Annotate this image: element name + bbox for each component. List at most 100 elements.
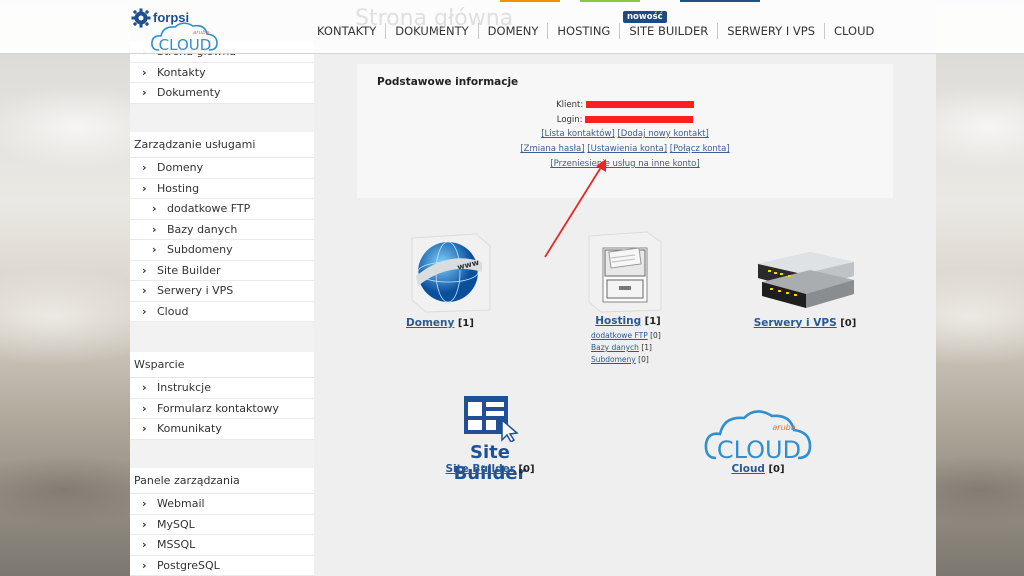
client-label: Klient:: [556, 100, 584, 110]
tile-site-builder-link[interactable]: Site Builder: [445, 463, 514, 475]
sidebar-item-domeny[interactable]: › Domeny: [130, 158, 314, 179]
page-title: Strona główna: [355, 6, 514, 31]
logo-product-text: CLOUD: [159, 36, 212, 54]
tile-count: [0]: [840, 318, 857, 329]
chevron-right-icon: ›: [142, 497, 147, 510]
sidebar-item-ftp[interactable]: › dodatkowe FTP: [130, 199, 314, 220]
nav-hosting[interactable]: HOSTING: [547, 23, 619, 39]
login-row: Login:: [357, 115, 893, 125]
globe-www-icon: www: [411, 233, 491, 313]
add-contact-link[interactable]: [Dodaj nowy kontakt]: [617, 129, 708, 139]
nav-cloud[interactable]: CLOUD: [824, 23, 883, 39]
forpsi-cloud-logo[interactable]: forpsi CLOUD aruba: [131, 6, 221, 54]
sidebar-item-site-builder[interactable]: › Site Builder: [130, 260, 314, 281]
background-left: [0, 0, 130, 576]
sidebar-item-label: Subdomeny: [167, 243, 233, 256]
tile-serwery-link[interactable]: Serwery i VPS: [754, 317, 837, 329]
file-cabinet-icon: [588, 231, 662, 313]
links-row-1: [Lista kontaktów] [Dodaj nowy kontakt]: [357, 129, 893, 139]
chevron-right-icon: ›: [142, 422, 147, 435]
sidebar-item-hosting[interactable]: › Hosting: [130, 178, 314, 199]
chevron-right-icon: ›: [142, 304, 147, 318]
tile-count: [1]: [644, 316, 661, 327]
chevron-right-icon: ›: [152, 243, 157, 256]
tile-domeny-link[interactable]: Domeny: [406, 317, 454, 329]
sidebar-heading: Panele zarządzania: [130, 468, 314, 494]
sidebar-item-label: MySQL: [157, 517, 195, 531]
sub-count: [1]: [641, 343, 652, 352]
chevron-right-icon: ›: [152, 222, 157, 236]
new-badge: nowość: [623, 11, 667, 23]
tile-count: [1]: [457, 318, 474, 329]
sidebar-item-contact-form[interactable]: › Formularz kontaktowy: [130, 398, 314, 419]
sidebar-item-label: Kontakty: [157, 65, 206, 79]
sidebar-item-documents[interactable]: › Dokumenty: [130, 83, 314, 104]
info-title: Podstawowe informacje: [377, 76, 519, 88]
basic-info-panel: Podstawowe informacje Klient: Login: [Li…: [357, 64, 893, 198]
sidebar-item-instructions[interactable]: › Instrukcje: [130, 378, 314, 399]
tile-cloud-link[interactable]: Cloud: [731, 463, 765, 475]
hosting-subdomains-link[interactable]: Subdomeny: [591, 355, 636, 364]
hosting-db-link[interactable]: Bazy danych: [591, 343, 639, 352]
chevron-right-icon: ›: [142, 181, 147, 195]
hosting-ftp-link[interactable]: dodatkowe FTP: [591, 331, 648, 340]
tile-count: [0]: [768, 464, 785, 475]
links-row-2: [Zmiana hasła] [Ustawienia konta] [Połąc…: [357, 144, 893, 154]
site-builder-icon: [464, 396, 519, 442]
link-accounts-link[interactable]: [Połącz konta]: [670, 144, 730, 154]
tile-caption: Domeny [1]: [400, 316, 480, 329]
server-rack-icon: [758, 252, 854, 308]
sidebar-item-announcements[interactable]: › Komunikaty: [130, 419, 314, 440]
cloud-logo-text: CLOUD: [717, 436, 801, 462]
sidebar-item-label: Domeny: [157, 161, 204, 174]
tile-caption: Serwery i VPS [0]: [750, 316, 860, 329]
cloud-logo-icon: CLOUD aruba: [151, 22, 218, 54]
chevron-right-icon: ›: [142, 86, 147, 99]
contact-list-link[interactable]: [Lista kontaktów]: [541, 129, 615, 139]
sidebar-item-postgresql[interactable]: › PostgreSQL: [130, 555, 314, 576]
sidebar-item-label: Bazy danych: [167, 222, 238, 236]
tile-domeny[interactable]: www Domeny [1]: [400, 228, 504, 338]
top-stripes: [500, 0, 800, 2]
chevron-right-icon: ›: [142, 263, 147, 277]
sidebar-item-label: MSSQL: [157, 538, 196, 551]
sidebar-item-label: Cloud: [157, 304, 189, 318]
sidebar-item-label: Formularz kontaktowy: [157, 401, 279, 415]
sidebar-item-label: Instrukcje: [157, 381, 211, 394]
sidebar-item-cloud[interactable]: › Cloud: [130, 301, 314, 322]
tile-hosting-link[interactable]: Hosting: [595, 315, 641, 327]
tile-cloud[interactable]: CLOUD aruba Cloud [0]: [700, 406, 816, 478]
sidebar-item-label: Serwery i VPS: [157, 284, 234, 297]
sidebar-item-label: Hosting: [157, 181, 200, 195]
sidebar-item-mssql[interactable]: › MSSQL: [130, 535, 314, 556]
sidebar-item-subdomains[interactable]: › Subdomeny: [130, 240, 314, 261]
chevron-right-icon: ›: [142, 284, 147, 297]
sidebar-item-label: Komunikaty: [157, 422, 222, 435]
background-right: [936, 0, 1024, 576]
nav-site-builder[interactable]: SITE BUILDER: [619, 23, 717, 39]
redaction-mark: [585, 116, 694, 123]
sidebar-item-mysql[interactable]: › MySQL: [130, 514, 314, 535]
logo-sub-text: aruba: [193, 30, 210, 36]
sidebar-support-section: Wsparcie › Instrukcje › Formularz kontakto…: [130, 352, 314, 440]
tile-hosting[interactable]: Hosting [1] dodatkowe FTP [0] Bazy danyc…: [585, 228, 665, 368]
nav-serwery-vps[interactable]: SERWERY I VPS: [717, 23, 824, 39]
chevron-right-icon: ›: [142, 538, 147, 551]
links-row-3: [Przeniesienie usług na inne konto]: [357, 159, 893, 169]
sidebar-heading: Wsparcie: [130, 352, 314, 378]
sidebar-item-databases[interactable]: › Bazy danych: [130, 219, 314, 240]
tile-site-builder[interactable]: Site Builder Site Builder [0]: [432, 392, 548, 484]
chevron-right-icon: ›: [142, 65, 147, 79]
tile-caption: Cloud [0]: [700, 462, 816, 475]
tile-serwery[interactable]: Serwery i VPS [0]: [750, 236, 860, 336]
redaction-mark: [585, 101, 694, 108]
chevron-right-icon: ›: [142, 401, 147, 415]
sidebar-services-section: Zarządzanie usługami › Domeny › Hosting › d…: [130, 132, 314, 322]
sidebar-item-webmail[interactable]: › Webmail: [130, 494, 314, 515]
tile-caption: Site Builder [0]: [432, 462, 548, 475]
sidebar-panels-section: Panele zarządzania › Webmail › MySQL › MSSQ…: [130, 468, 314, 576]
chevron-right-icon: ›: [142, 558, 147, 572]
chevron-right-icon: ›: [142, 381, 147, 394]
sidebar-item-servers[interactable]: › Serwery i VPS: [130, 281, 314, 302]
sidebar-item-contacts[interactable]: › Kontakty: [130, 62, 314, 83]
